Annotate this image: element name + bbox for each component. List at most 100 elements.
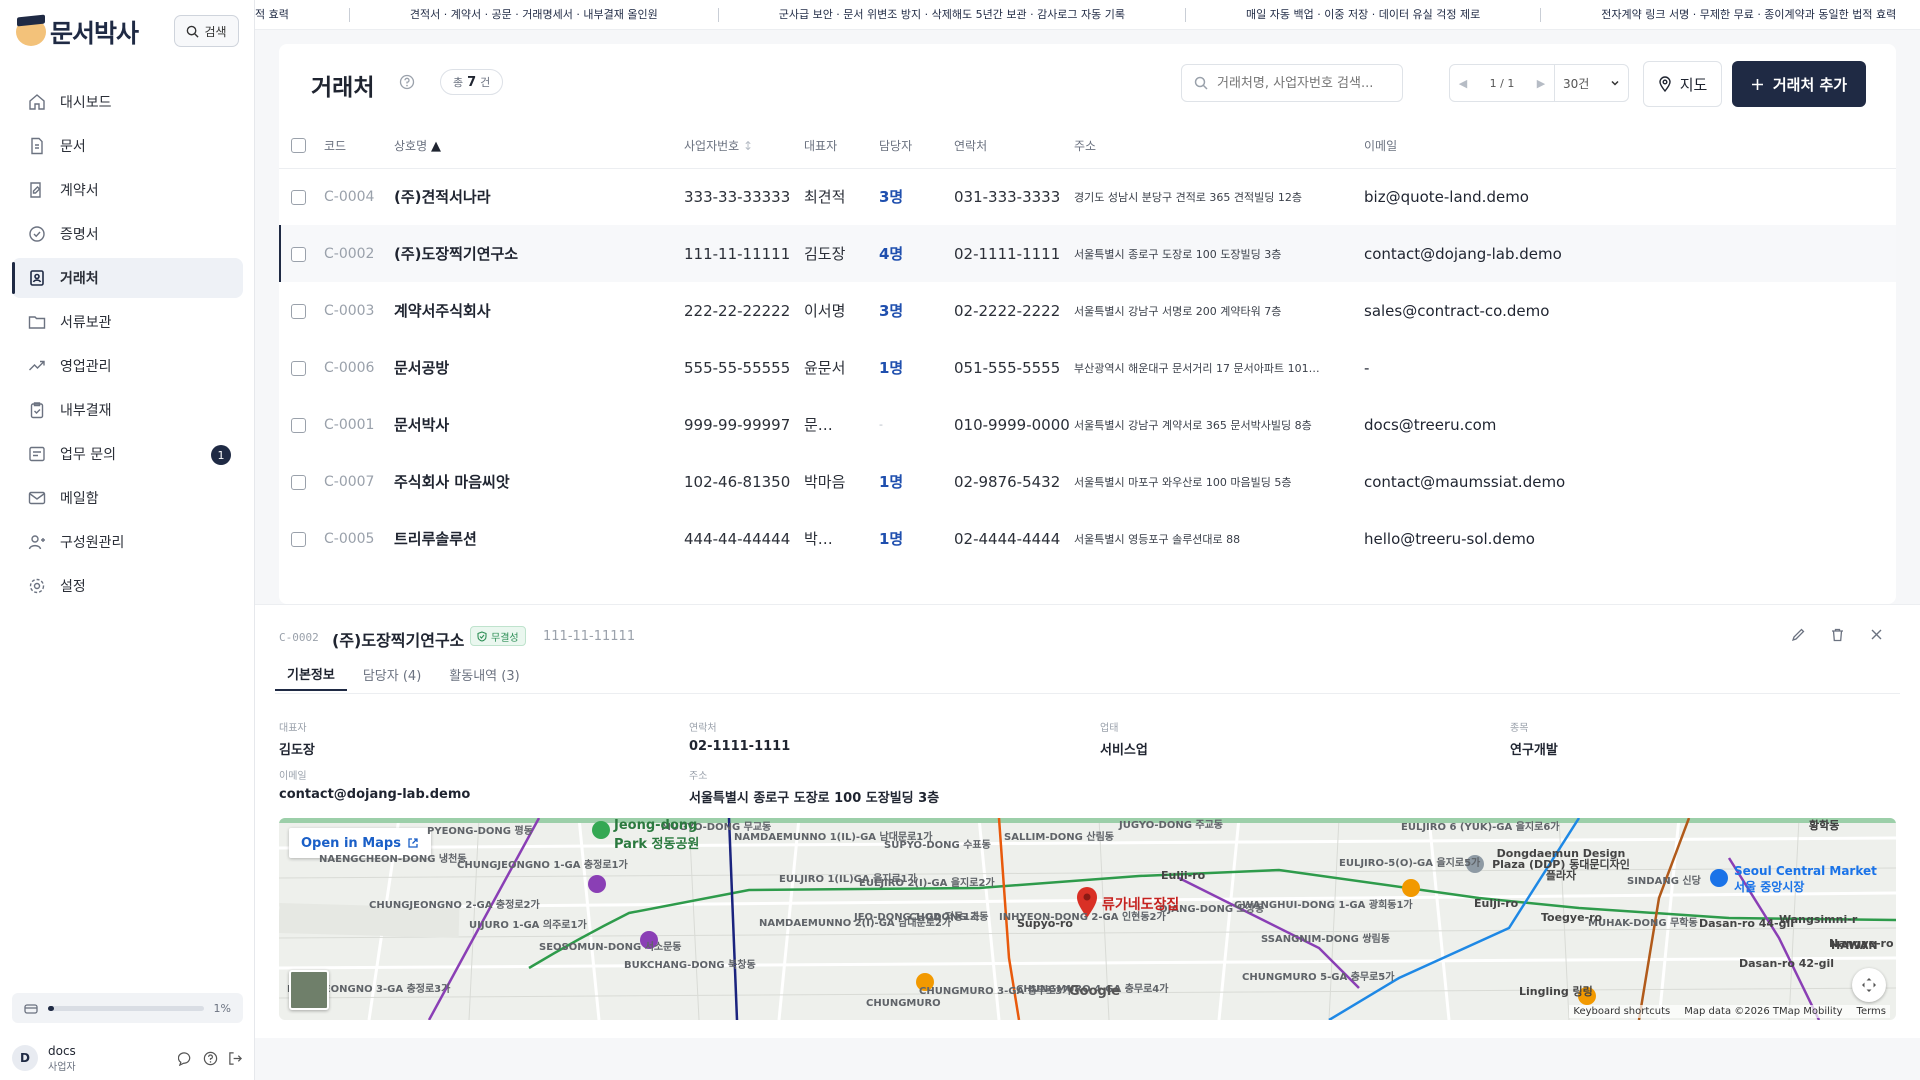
row-checkbox[interactable]: [291, 474, 306, 490]
col-biz[interactable]: 사업자번호 ↕: [684, 124, 804, 169]
partners-card: 거래처 총 7 건 ◀ 1 / 1 ▶ 30건 지도 거래처 추가: [279, 44, 1896, 604]
brand[interactable]: 문서박사: [16, 14, 139, 50]
col-manager[interactable]: 담당자: [879, 124, 954, 169]
sidebar-item[interactable]: 거래처: [12, 258, 243, 298]
detail-tab[interactable]: 활동내역 (3): [437, 657, 531, 691]
cell-manager[interactable]: 3명: [879, 282, 954, 339]
table-row[interactable]: C-0006 문서공방 555-55-55555 윤문서 1명 051-555-…: [279, 339, 1896, 396]
partner-search-input[interactable]: [1217, 75, 1387, 91]
avatar[interactable]: D: [12, 1045, 38, 1071]
sidebar-item[interactable]: 계약서: [12, 170, 243, 210]
cell-manager[interactable]: 1명: [879, 510, 954, 567]
partners-table: 코드 상호명 ▲ 사업자번호 ↕ 대표자 담당자 연락처 주소 이메일 C-00…: [279, 124, 1896, 567]
logout-icon[interactable]: [228, 1051, 243, 1066]
cell-manager[interactable]: 1명: [879, 339, 954, 396]
help-icon[interactable]: [399, 74, 415, 90]
map-view-button[interactable]: 지도: [1643, 61, 1722, 107]
add-partner-button[interactable]: 거래처 추가: [1732, 61, 1866, 107]
table-row[interactable]: C-0003 계약서주식회사 222-22-22222 이서명 3명 02-22…: [279, 282, 1896, 339]
map-road-label: 황학동: [1809, 819, 1840, 832]
row-checkbox[interactable]: [291, 303, 306, 319]
search-icon: [1194, 76, 1208, 90]
col-email[interactable]: 이메일: [1364, 124, 1896, 169]
cell-manager[interactable]: -: [879, 396, 954, 453]
sidebar-item[interactable]: 대시보드: [12, 82, 243, 122]
select-all-checkbox[interactable]: [291, 138, 306, 154]
row-checkbox[interactable]: [291, 246, 306, 262]
help-circle-icon[interactable]: [203, 1051, 218, 1066]
row-select-cell: [279, 339, 324, 396]
detail-tab[interactable]: 담당자 (4): [351, 657, 433, 691]
satellite-toggle-thumbnail[interactable]: [289, 970, 329, 1010]
cell-biz: 999-99-99997: [684, 415, 791, 434]
col-name[interactable]: 상호명 ▲: [394, 124, 684, 169]
cell-biz: 222-22-22222: [684, 301, 791, 320]
sidebar-item[interactable]: 구성원관리: [12, 522, 243, 562]
per-page-select[interactable]: 30건: [1555, 75, 1628, 92]
market-icon[interactable]: [1710, 869, 1728, 887]
sidebar-item[interactable]: 내부결재: [12, 390, 243, 430]
cell-name[interactable]: 트리루솔루션: [394, 510, 684, 567]
chat-icon[interactable]: [178, 1051, 193, 1066]
col-code[interactable]: 코드: [324, 124, 394, 169]
table-row[interactable]: C-0001 문서박사 999-99-99997 문… - 010-9999-0…: [279, 396, 1896, 453]
sidebar-nav: 대시보드 문서 계약서 증명서 거래처 서류보관 영업관리 내부결재 업무 문의 1 메일함구성원관…: [12, 82, 243, 610]
cell-name[interactable]: (주)견적서나라: [394, 168, 684, 225]
prev-page-icon[interactable]: ◀: [1450, 77, 1476, 90]
map-fullscreen-button[interactable]: [1852, 968, 1886, 1002]
global-search-button[interactable]: 검색: [174, 15, 239, 47]
next-page-icon[interactable]: ▶: [1528, 77, 1554, 90]
sidebar-item[interactable]: 설정: [12, 566, 243, 606]
delete-icon[interactable]: [1830, 627, 1845, 642]
edit-icon[interactable]: [1791, 627, 1806, 642]
cell-name[interactable]: 계약서주식회사: [394, 282, 684, 339]
row-select-cell: [279, 396, 324, 453]
integrity-badge: 무결성: [470, 626, 526, 646]
map-footer-link[interactable]: Terms: [1857, 1006, 1886, 1017]
row-checkbox[interactable]: [291, 417, 306, 433]
google-logo: Google: [1069, 984, 1121, 999]
home-icon: [28, 93, 46, 111]
cell-manager[interactable]: 4명: [879, 225, 954, 282]
table-row[interactable]: C-0004 (주)견적서나라 333-33-33333 최견적 3명 031-…: [279, 168, 1896, 225]
park-icon[interactable]: [592, 821, 610, 839]
row-checkbox[interactable]: [291, 531, 306, 547]
cell-name[interactable]: 문서공방: [394, 339, 684, 396]
storage-icon: [24, 1004, 38, 1014]
row-checkbox[interactable]: [291, 189, 306, 205]
col-address[interactable]: 주소: [1074, 124, 1364, 169]
cell-name[interactable]: 문서박사: [394, 396, 684, 453]
cell-address: 경기도 성남시 분당구 견적로 365 견적빌딩 12층: [1074, 190, 1303, 204]
map-footer-link[interactable]: Keyboard shortcuts: [1573, 1006, 1670, 1017]
sidebar-item[interactable]: 메일함: [12, 478, 243, 518]
cell-name[interactable]: (주)도장찍기연구소: [394, 225, 684, 282]
sidebar-item[interactable]: 영업관리: [12, 346, 243, 386]
table-row[interactable]: C-0007 주식회사 마음씨앗 102-46-81350 박마음 1명 02-…: [279, 453, 1896, 510]
map-footer-link[interactable]: Map data ©2026 TMap Mobility: [1684, 1006, 1842, 1017]
table-row[interactable]: C-0002 (주)도장찍기연구소 111-11-11111 김도장 4명 02…: [279, 225, 1896, 282]
field-item-label: 종목: [1510, 723, 1529, 734]
cell-name[interactable]: 주식회사 마음씨앗: [394, 453, 684, 510]
cell-manager[interactable]: 1명: [879, 453, 954, 510]
sidebar-item[interactable]: 업무 문의 1: [12, 434, 243, 474]
sidebar-item-label: 구성원관리: [60, 535, 125, 551]
col-ceo[interactable]: 대표자: [804, 124, 879, 169]
cell-biz: 555-55-55555: [684, 358, 791, 377]
detail-tab[interactable]: 기본정보: [275, 657, 347, 691]
row-checkbox[interactable]: [291, 360, 306, 376]
location-map[interactable]: Open in Maps PYEONG-DONG 평동 NAENGCHEON-DO…: [279, 818, 1896, 1020]
certificate-icon: [28, 225, 46, 243]
landmark-icon[interactable]: [588, 875, 606, 893]
folder-icon: [28, 313, 46, 331]
sidebar-item[interactable]: 증명서: [12, 214, 243, 254]
close-icon[interactable]: [1869, 627, 1884, 642]
partner-search-field[interactable]: [1181, 64, 1403, 102]
restaurant-icon[interactable]: [1402, 879, 1420, 897]
map-area-label: SALLIM-DONG 산림동: [1004, 832, 1114, 843]
table-row[interactable]: C-0005 트리루솔루션 444-44-44444 박… 1명 02-4444…: [279, 510, 1896, 567]
sidebar-item[interactable]: 서류보관: [12, 302, 243, 342]
cell-manager[interactable]: 3명: [879, 168, 954, 225]
col-phone[interactable]: 연락처: [954, 124, 1074, 169]
document-icon: [28, 137, 46, 155]
sidebar-item[interactable]: 문서: [12, 126, 243, 166]
